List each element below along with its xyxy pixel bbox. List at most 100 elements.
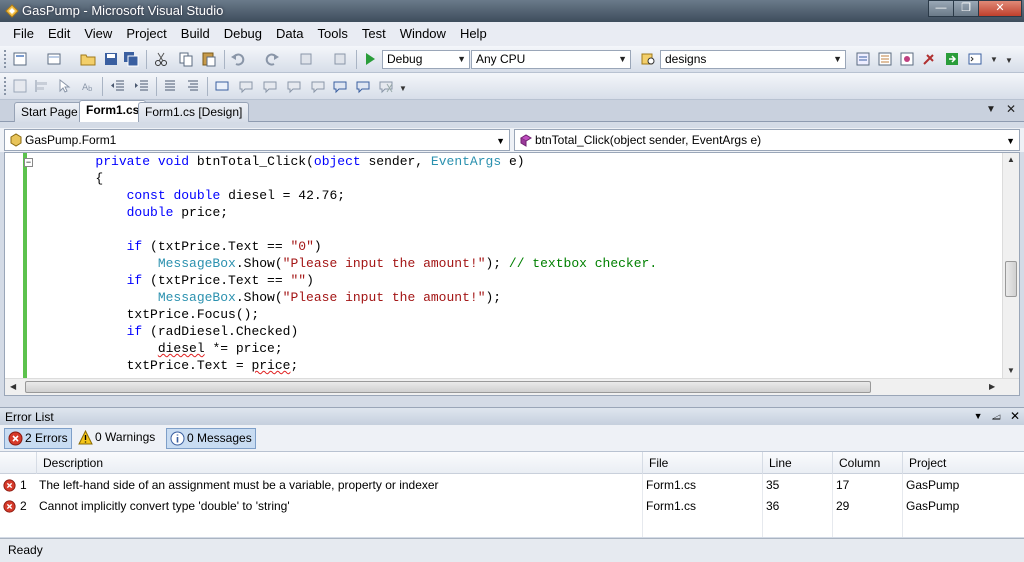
messages-filter-button[interactable]: 0 Messages [166, 428, 256, 449]
increase-indent-icon[interactable] [134, 78, 150, 94]
next-bookmark-icon[interactable] [262, 78, 278, 94]
tab-form1-cs[interactable]: Form1.cs [79, 100, 147, 122]
previous-bookmark-folder-icon[interactable] [286, 78, 302, 94]
next-bookmark-folder-icon[interactable] [310, 78, 326, 94]
find-in-files-icon[interactable] [640, 51, 656, 67]
maximize-button[interactable]: ❐ [953, 0, 979, 17]
start-page-icon[interactable] [944, 51, 960, 67]
solution-platform-dropdown[interactable]: Any CPU ▼ [471, 50, 631, 69]
column-file[interactable]: File [642, 452, 762, 474]
code-line: double price; [126, 205, 229, 220]
solution-configuration-dropdown[interactable]: Debug ▼ [382, 50, 470, 69]
horizontal-scrollbar[interactable]: ◀ ▶ [5, 378, 1019, 395]
menu-file[interactable]: File [6, 23, 41, 45]
code-editor[interactable]: − private void btnTotal_Click(object sen… [4, 152, 1020, 396]
decrease-indent-icon[interactable] [110, 78, 126, 94]
warnings-filter-button[interactable]: 0 Warnings [75, 428, 158, 449]
tab-form1-design[interactable]: Form1.cs [Design] [138, 102, 250, 122]
menu-data[interactable]: Data [269, 23, 310, 45]
cut-icon[interactable] [153, 51, 169, 67]
align-to-grid-icon[interactable] [12, 78, 28, 94]
window-position-icon[interactable]: ▼ [974, 411, 983, 424]
previous-bookmark-document-icon[interactable] [332, 78, 348, 94]
error-list-title: Error List [5, 410, 54, 424]
save-icon[interactable] [103, 51, 119, 67]
toolbar-grip[interactable] [4, 77, 7, 95]
add-item-icon[interactable] [46, 51, 62, 67]
vertical-scrollbar[interactable]: ▲ ▼ [1002, 153, 1019, 378]
column-description[interactable]: Description [36, 452, 642, 474]
column-project[interactable]: Project [902, 452, 1024, 474]
error-file: Form1.cs [646, 499, 697, 513]
close-button[interactable]: ✕ [978, 0, 1022, 17]
horizontal-scroll-thumb[interactable] [25, 381, 871, 393]
errors-filter-button[interactable]: 2 Errors [4, 428, 72, 449]
properties-window-icon[interactable] [877, 51, 893, 67]
menu-project[interactable]: Project [119, 23, 173, 45]
save-all-icon[interactable] [123, 51, 139, 67]
menu-help[interactable]: Help [453, 23, 494, 45]
find-dropdown[interactable]: designs ▼ [660, 50, 846, 69]
uncomment-lines-icon[interactable] [185, 78, 201, 94]
collapse-outline-icon[interactable]: − [24, 158, 33, 167]
toolbar-grip[interactable] [4, 50, 7, 68]
next-bookmark-document-icon[interactable] [355, 78, 371, 94]
pointer-icon[interactable] [56, 78, 72, 94]
types-dropdown[interactable]: GasPump.Form1 ▼ [4, 129, 510, 151]
open-icon[interactable] [80, 51, 96, 67]
scroll-up-icon[interactable]: ▲ [1007, 155, 1015, 164]
toolbar-options-icon[interactable]: ▼ [399, 84, 407, 93]
code-text[interactable]: private void btnTotal_Click(object sende… [33, 153, 1001, 378]
navigate-forward-icon[interactable] [332, 51, 348, 67]
table-row[interactable]: 1 The left-hand side of an assignment mu… [0, 475, 1024, 496]
undo-icon[interactable] [230, 51, 246, 67]
document-tab-strip: Start Page Form1.cs Form1.cs [Design] ▼ … [0, 100, 1024, 122]
redo-icon[interactable] [264, 51, 280, 67]
table-row[interactable]: 2 Cannot implicitly convert type 'double… [0, 496, 1024, 517]
chevron-down-icon[interactable]: ▼ [990, 55, 998, 64]
menu-debug[interactable]: Debug [217, 23, 269, 45]
object-browser-icon[interactable] [899, 51, 915, 67]
auto-hide-pin-icon[interactable]: ⧡ [992, 409, 1001, 424]
previous-bookmark-icon[interactable] [238, 78, 254, 94]
align-lefts-icon[interactable] [34, 78, 50, 94]
clear-bookmarks-icon[interactable] [378, 78, 394, 94]
menu-window[interactable]: Window [393, 23, 453, 45]
toolbar-options-icon[interactable]: ▼ [1005, 56, 1013, 65]
text-icon[interactable]: Ab [80, 78, 96, 94]
menu-test[interactable]: Test [355, 23, 393, 45]
comment-lines-icon[interactable] [162, 78, 178, 94]
command-window-icon[interactable] [967, 51, 983, 67]
new-project-icon[interactable] [12, 51, 28, 67]
copy-icon[interactable] [178, 51, 194, 67]
vertical-scroll-thumb[interactable] [1005, 261, 1017, 297]
bookmark-icon[interactable] [214, 78, 230, 94]
scroll-down-icon[interactable]: ▼ [1007, 366, 1015, 375]
start-debugging-icon[interactable] [362, 51, 378, 67]
members-dropdown[interactable]: btnTotal_Click(object sender, EventArgs … [514, 129, 1020, 151]
column-line[interactable]: Line [762, 452, 832, 474]
menu-tools[interactable]: Tools [310, 23, 354, 45]
error-squiggle: price [251, 358, 291, 373]
chevron-down-icon: ▼ [618, 54, 627, 64]
column-column[interactable]: Column [832, 452, 902, 474]
close-panel-icon[interactable]: ✕ [1010, 409, 1020, 424]
solution-platform-value: Any CPU [476, 52, 526, 66]
code-line: const double diesel = 42.76; [126, 188, 346, 203]
tab-start-page[interactable]: Start Page [14, 102, 85, 122]
active-files-dropdown-icon[interactable]: ▼ [986, 104, 996, 115]
warnings-filter-label: 0 Warnings [95, 430, 156, 444]
paste-icon[interactable] [201, 51, 217, 67]
minimize-button[interactable]: — [928, 0, 954, 17]
error-squiggle: diesel [157, 341, 205, 356]
solution-explorer-icon[interactable] [855, 51, 871, 67]
close-document-icon[interactable]: ✕ [1006, 102, 1016, 116]
scroll-left-icon[interactable]: ◀ [10, 382, 16, 391]
menu-edit[interactable]: Edit [41, 23, 77, 45]
scroll-right-icon[interactable]: ▶ [989, 382, 995, 391]
menu-view[interactable]: View [77, 23, 119, 45]
menu-build[interactable]: Build [174, 23, 217, 45]
toolbox-icon[interactable] [921, 51, 937, 67]
navigate-backward-icon[interactable] [298, 51, 314, 67]
error-line: 35 [766, 478, 780, 492]
